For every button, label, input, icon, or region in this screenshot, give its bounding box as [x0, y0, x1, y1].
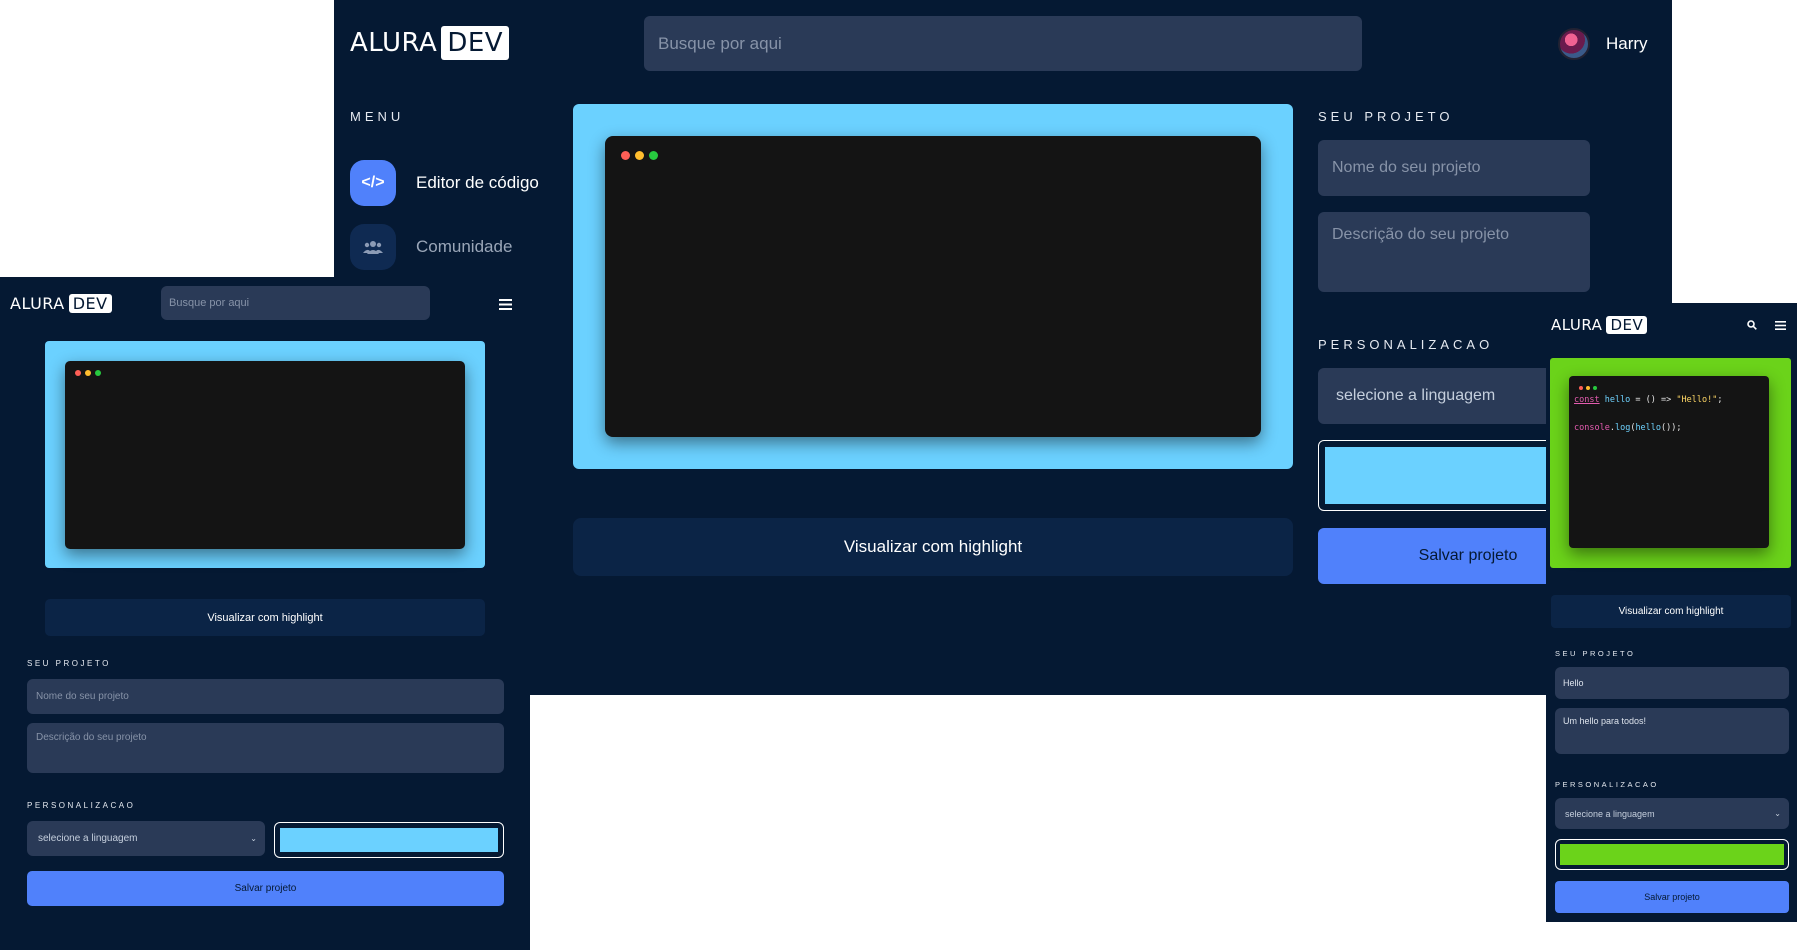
users-icon — [350, 224, 396, 270]
code-editor[interactable] — [65, 361, 465, 549]
color-picker[interactable] — [1555, 839, 1789, 870]
code-token: ()); — [1661, 423, 1682, 433]
chevron-down-icon: ⌄ — [250, 834, 257, 843]
save-button[interactable]: Salvar projeto — [1555, 881, 1789, 913]
code-icon: </> — [350, 160, 396, 206]
close-dot — [75, 370, 81, 376]
project-title: SEU PROJETO — [27, 659, 111, 668]
search-input[interactable]: Busque por aqui — [161, 286, 430, 320]
brand-logo[interactable]: ALURA DEV — [350, 26, 510, 60]
code-token: console — [1574, 423, 1610, 433]
color-swatch — [280, 828, 498, 852]
user-name: Harry — [1606, 34, 1648, 53]
project-name-field[interactable]: Nome do seu projeto — [27, 679, 504, 714]
editor-background — [573, 104, 1293, 469]
project-name-field[interactable]: Nome do seu projeto — [1318, 140, 1590, 196]
customize-title: PERSONALIZACAO — [27, 801, 136, 810]
customize-title: PERSONALIZACAO — [1318, 337, 1494, 352]
code-token: hello — [1635, 423, 1662, 433]
highlight-button[interactable]: Visualizar com highlight — [1551, 595, 1791, 628]
desktop-view: ALURA DEV Busque por aqui Harry MENU </>… — [334, 0, 1672, 695]
project-name-field[interactable]: Hello — [1555, 667, 1789, 699]
code-token: "Hello!" — [1676, 395, 1718, 405]
customize-title: PERSONALIZACAO — [1555, 780, 1659, 789]
maximize-dot — [1593, 386, 1597, 390]
brand-logo[interactable]: ALURA DEV — [10, 294, 112, 313]
brand-tag: DEV — [1606, 316, 1648, 334]
color-swatch — [1560, 844, 1784, 865]
menu-title: MENU — [350, 109, 405, 124]
highlight-button[interactable]: Visualizar com highlight — [45, 599, 485, 636]
sidebar-item-label: Comunidade — [416, 237, 513, 256]
code-editor[interactable] — [605, 136, 1261, 437]
search-icon[interactable] — [1745, 318, 1759, 332]
search-input[interactable]: Busque por aqui — [644, 16, 1362, 71]
project-title: SEU PROJETO — [1318, 109, 1454, 124]
code-token: = () => — [1630, 395, 1677, 405]
code-line: const hello = () => "Hello!"; — [1574, 395, 1722, 405]
sidebar-item-editor[interactable]: </> Editor de código — [350, 160, 539, 206]
language-select-value: selecione a linguagem — [38, 833, 138, 844]
project-description-field[interactable]: Descrição do seu projeto — [1318, 212, 1590, 292]
brand-name: ALURA — [10, 294, 65, 313]
language-select-value: selecione a linguagem — [1565, 808, 1655, 819]
project-description-field[interactable]: Descrição do seu projeto — [27, 723, 504, 773]
avatar[interactable] — [1558, 28, 1590, 60]
sidebar-item-label: Editor de código — [416, 173, 539, 192]
code-token: ; — [1717, 395, 1723, 405]
minimize-dot — [85, 370, 91, 376]
window-dots — [1579, 386, 1597, 390]
project-description-field[interactable]: Um hello para todos! — [1555, 708, 1789, 754]
brand-tag: DEV — [441, 26, 510, 60]
save-button[interactable]: Salvar projeto — [27, 871, 504, 906]
language-select[interactable]: selecione a linguagem ⌄ — [1555, 798, 1789, 829]
sidebar-item-community[interactable]: Comunidade — [350, 224, 512, 270]
user-profile[interactable]: Harry — [1558, 28, 1648, 60]
color-picker[interactable] — [274, 822, 504, 858]
brand-tag: DEV — [68, 294, 112, 313]
code-token: const — [1574, 395, 1600, 405]
close-dot — [621, 151, 630, 160]
code-token: hello — [1599, 395, 1631, 405]
close-dot — [1579, 386, 1583, 390]
mobile-view: ALURA DEV const hello = () => "Hello!"; … — [1546, 303, 1797, 922]
language-select-value: selecione a linguagem — [1336, 387, 1496, 404]
maximize-dot — [649, 151, 658, 160]
hamburger-icon[interactable] — [495, 295, 515, 313]
minimize-dot — [1586, 386, 1590, 390]
brand-logo[interactable]: ALURA DEV — [1551, 316, 1648, 334]
language-select[interactable]: selecione a linguagem ⌄ — [27, 821, 265, 856]
brand-name: ALURA — [350, 28, 438, 58]
code-editor[interactable]: const hello = () => "Hello!"; console.lo… — [1569, 376, 1769, 548]
window-dots — [621, 151, 658, 160]
minimize-dot — [635, 151, 644, 160]
code-token: log — [1614, 423, 1631, 433]
tablet-view: ALURA DEV Busque por aqui Visualizar com… — [0, 277, 530, 950]
project-title: SEU PROJETO — [1555, 649, 1636, 658]
maximize-dot — [95, 370, 101, 376]
chevron-down-icon: ⌄ — [1774, 809, 1781, 818]
highlight-button[interactable]: Visualizar com highlight — [573, 518, 1293, 576]
window-dots — [75, 370, 101, 376]
brand-name: ALURA — [1551, 316, 1603, 334]
hamburger-icon[interactable] — [1773, 318, 1787, 332]
code-line: console.log(hello()); — [1574, 423, 1682, 433]
editor-background: const hello = () => "Hello!"; console.lo… — [1550, 358, 1791, 568]
editor-background — [45, 341, 485, 568]
